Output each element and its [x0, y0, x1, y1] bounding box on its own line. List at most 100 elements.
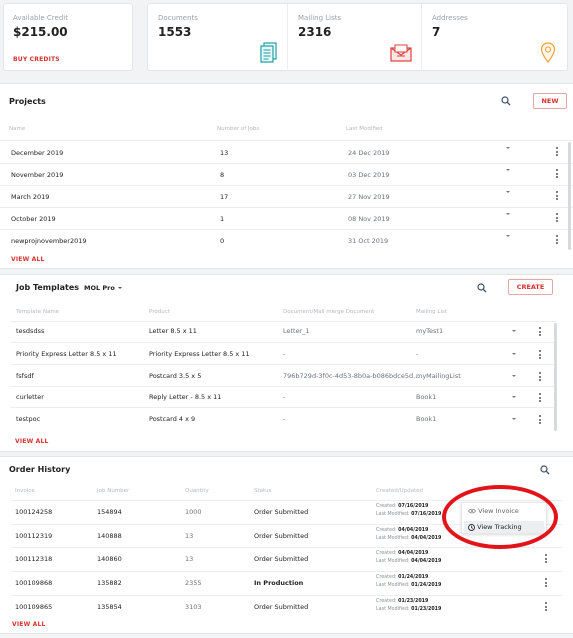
order-quantity: 2355 [185, 579, 202, 587]
order-history-title: Order History [9, 465, 71, 474]
template-name[interactable]: curletter [16, 393, 44, 401]
chevron-down-icon[interactable] [512, 353, 516, 355]
template-name[interactable]: testpoc [16, 415, 40, 423]
order-created: Created: 04/04/2019 [376, 528, 429, 533]
project-name[interactable]: December 2019 [11, 149, 63, 157]
chevron-down-icon[interactable] [512, 330, 516, 332]
order-modified: Last Modified: 04/04/2019 [376, 536, 442, 541]
chevron-down-icon[interactable] [512, 418, 516, 420]
template-mailing-list: myTest1 [416, 327, 444, 335]
projects-scrollbar[interactable] [568, 142, 571, 250]
order-invoice[interactable]: 100112318 [15, 555, 52, 563]
chevron-down-icon[interactable] [506, 191, 510, 193]
orders-view-all-link[interactable]: VIEW ALL [12, 621, 46, 628]
buy-credits-link[interactable]: BUY CREDITS [13, 56, 60, 63]
project-jobs: 1 [220, 215, 225, 223]
template-product: Priority Express Letter 8.5 x 11 [149, 350, 250, 358]
more-options-icon[interactable] [545, 602, 548, 612]
product-line-filter[interactable]: MOL Pro [84, 284, 123, 292]
more-options-icon[interactable] [539, 327, 542, 337]
more-options-icon[interactable] [545, 554, 548, 564]
order-invoice[interactable]: 100109868 [15, 579, 52, 587]
column-header-document: Document/Mail merge Document [283, 309, 375, 315]
project-jobs: 8 [220, 171, 225, 179]
projects-section: Projects NEW Name Number of Jobs Last Mo… [0, 83, 573, 269]
order-invoice[interactable]: 100112319 [15, 532, 52, 540]
template-name[interactable]: fsfsdf [16, 372, 34, 380]
envelope-icon [390, 44, 412, 62]
templates-view-all-link[interactable]: VIEW ALL [15, 438, 49, 445]
addresses-stat[interactable]: Addresses 7 [421, 4, 569, 72]
project-name[interactable]: November 2019 [11, 171, 63, 179]
more-options-icon[interactable] [539, 393, 542, 403]
order-status: In Production [254, 579, 304, 587]
product-line-filter-label: MOL Pro [84, 284, 115, 292]
project-jobs: 17 [220, 193, 229, 201]
order-modified: Last Modified: 07/16/2019 [376, 512, 442, 517]
template-name[interactable]: tesdsdss [16, 327, 44, 335]
order-created: Created: 04/04/2019 [376, 551, 429, 556]
more-options-icon[interactable] [539, 350, 542, 360]
chevron-down-icon[interactable] [506, 235, 510, 237]
column-header-product: Product [149, 309, 170, 315]
project-name[interactable]: October 2019 [11, 215, 56, 223]
available-credit-label: Available Credit [13, 14, 68, 22]
chevron-down-icon[interactable] [506, 213, 510, 215]
more-options-icon[interactable] [556, 213, 559, 223]
projects-view-all-link[interactable]: VIEW ALL [11, 256, 45, 263]
column-header-created-updated: Created/Updated [376, 488, 424, 494]
template-mailing-list: myMailingList [416, 372, 461, 380]
template-product: Letter 8.5 x 11 [149, 327, 197, 335]
order-quantity: 3103 [185, 603, 202, 611]
chevron-down-icon[interactable] [506, 147, 510, 149]
order-quantity: 13 [185, 532, 194, 540]
search-icon[interactable] [540, 465, 550, 475]
column-header-invoice: Invoice [15, 488, 35, 494]
document-icon [260, 42, 277, 63]
chevron-down-icon[interactable] [512, 375, 516, 377]
order-created: Created: 01/23/2019 [376, 599, 429, 604]
more-options-icon[interactable] [539, 372, 542, 382]
more-options-icon[interactable] [556, 191, 559, 201]
more-options-icon[interactable] [545, 578, 548, 588]
more-options-icon[interactable] [556, 169, 559, 179]
new-project-button[interactable]: NEW [533, 93, 567, 109]
order-job-number: 154894 [97, 508, 122, 516]
mailing-lists-label: Mailing Lists [298, 14, 342, 22]
column-header-job-number: Job Number [97, 488, 130, 494]
column-header-mailing-list: Mailing List [416, 309, 448, 315]
project-modified: 27 Nov 2019 [348, 193, 390, 201]
search-icon[interactable] [501, 96, 511, 106]
view-invoice-menu-item[interactable]: View Invoice [468, 507, 519, 515]
available-credit-card: Available Credit $215.00 BUY CREDITS [3, 3, 133, 71]
create-template-button[interactable]: CREATE [508, 279, 553, 295]
chevron-down-icon[interactable] [512, 396, 516, 398]
stats-card: Documents 1553 Mailing Lists 2316 Addres… [147, 3, 569, 72]
more-options-icon[interactable] [539, 415, 542, 425]
project-name[interactable]: newprojnovember2019 [11, 237, 87, 245]
column-header-name: Name [9, 126, 26, 132]
template-name[interactable]: Priority Express Letter 8.5 x 11 [16, 350, 117, 358]
project-name[interactable]: March 2019 [11, 193, 49, 201]
view-tracking-menu-item[interactable]: View Tracking [464, 521, 544, 533]
more-options-icon[interactable] [556, 147, 559, 157]
column-header-jobs: Number of Jobs [217, 126, 260, 132]
documents-stat[interactable]: Documents 1553 [148, 4, 287, 72]
order-status: Order Submitted [254, 532, 309, 540]
project-modified: 03 Dec 2019 [348, 171, 390, 179]
addresses-label: Addresses [432, 14, 468, 22]
chevron-down-icon[interactable] [506, 169, 510, 171]
order-job-number: 140888 [97, 532, 122, 540]
order-invoice[interactable]: 100124258 [15, 508, 52, 516]
order-status: Order Submitted [254, 555, 309, 563]
templates-scrollbar[interactable] [554, 323, 557, 431]
column-header-modified: Last Modified [346, 126, 383, 132]
order-job-number: 140860 [97, 555, 122, 563]
location-pin-icon [540, 42, 556, 63]
search-icon[interactable] [477, 283, 487, 293]
order-invoice[interactable]: 100109865 [15, 603, 52, 611]
column-header-status: Status [254, 488, 272, 494]
order-modified: Last Modified: 01/24/2019 [376, 583, 442, 588]
mailing-lists-stat[interactable]: Mailing Lists 2316 [287, 4, 421, 72]
more-options-icon[interactable] [556, 235, 559, 245]
